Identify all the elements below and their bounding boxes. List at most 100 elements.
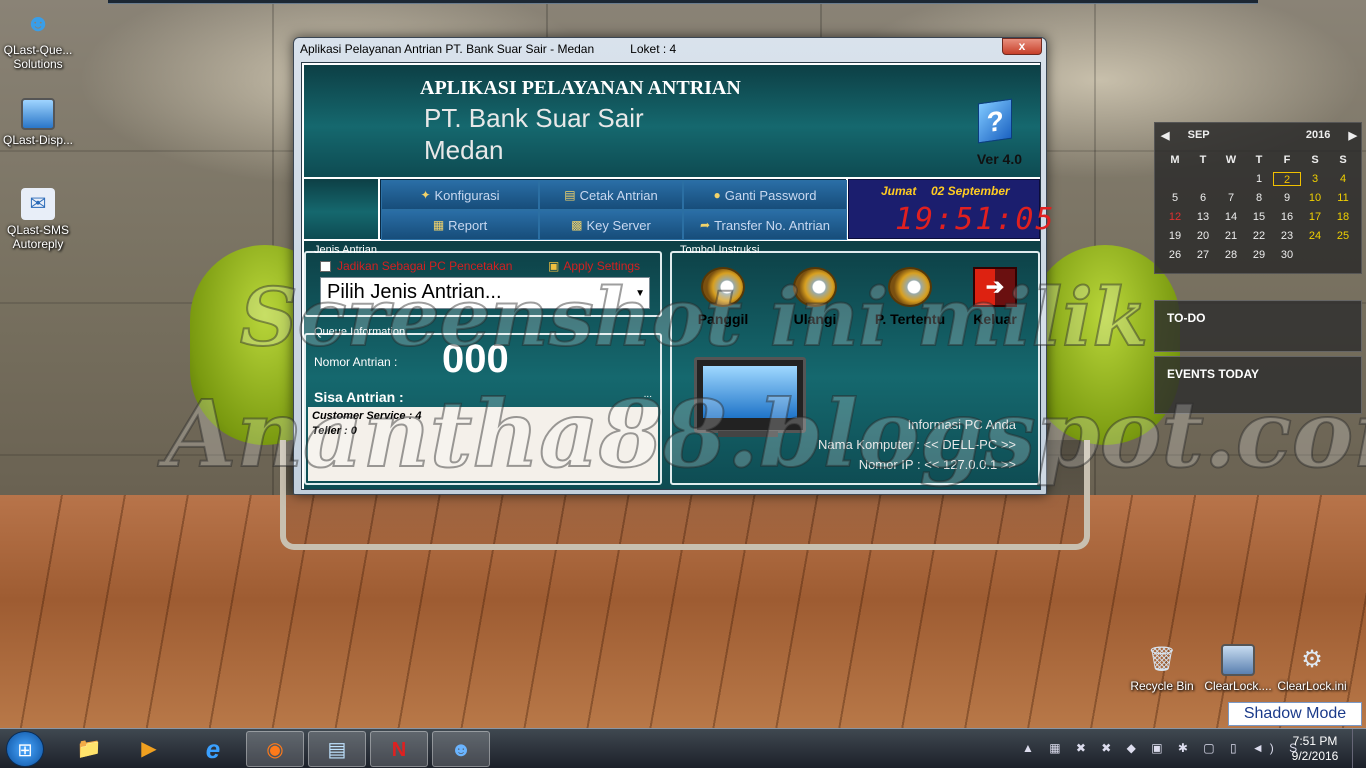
desktop-icon-qlast-queue[interactable]: ☻ QLast-Que... Solutions: [0, 8, 76, 71]
calendar-day[interactable]: 20: [1189, 229, 1217, 243]
events-today-gadget[interactable]: EVENTS TODAY: [1154, 356, 1362, 414]
menu-bar: ✦ Konfigurasi ▤ Cetak Antrian ● Ganti Pa…: [304, 179, 1054, 240]
calendar-day[interactable]: 28: [1217, 248, 1245, 262]
todo-gadget[interactable]: TO-DO: [1154, 300, 1362, 352]
qlast-people-icon[interactable]: ☻: [432, 731, 490, 767]
calendar-day[interactable]: 13: [1189, 210, 1217, 224]
pc-pencetakan-checkbox[interactable]: Jadikan Sebagai PC Pencetakan: [320, 259, 512, 273]
calendar-day[interactable]: 5: [1161, 191, 1189, 205]
calendar-day[interactable]: 16: [1273, 210, 1301, 224]
menu-ganti-password[interactable]: ● Ganti Password: [683, 180, 847, 210]
calendar-day[interactable]: 4: [1329, 172, 1357, 186]
apply-settings-link[interactable]: ▣ Apply Settings: [548, 259, 640, 273]
calendar-day[interactable]: 14: [1217, 210, 1245, 224]
calendar-day[interactable]: 9: [1273, 191, 1301, 205]
desktop-icon-recycle-bin[interactable]: 🗑 Recycle Bin: [1124, 644, 1200, 693]
keluar-button[interactable]: ➔ Keluar: [960, 267, 1030, 327]
show-desktop-button[interactable]: [1352, 729, 1366, 768]
calendar-day[interactable]: 25: [1329, 229, 1357, 243]
calendar-weekday: S: [1311, 154, 1319, 166]
system-tray-icons[interactable]: ▲ ▦ ✖ ✖ ◆ ▣ ✱ ▢ ▯ ◄) S: [1022, 741, 1303, 755]
calendar-day[interactable]: 29: [1245, 248, 1273, 262]
app-title: APLIKASI PELAYANAN ANTRIAN: [420, 77, 741, 99]
calendar-day[interactable]: 3: [1301, 172, 1329, 186]
menu-transfer-antrian[interactable]: ➦ Transfer No. Antrian: [683, 210, 847, 240]
shadow-mode-badge[interactable]: Shadow Mode: [1228, 702, 1362, 726]
pc-info-title: Informasi PC Anda: [907, 417, 1016, 432]
document-icon[interactable]: ▤: [308, 731, 366, 767]
calendar-weekday: S: [1339, 154, 1347, 166]
recycle-bin-icon: 🗑: [1146, 646, 1178, 673]
monitor-icon: [21, 98, 55, 130]
calendar-day[interactable]: 10: [1301, 191, 1329, 205]
taskbar: ⊞ 📁 ▶ e ◉ ▤ N ☻ ▲ ▦ ✖ ✖ ◆ ▣ ✱ ▢ ▯ ◄) S 7…: [0, 728, 1366, 768]
calendar-day[interactable]: 2: [1273, 172, 1301, 186]
red-app-icon[interactable]: N: [370, 731, 428, 767]
calendar-header: ◀ SEP 2016 ▶: [1161, 129, 1357, 142]
desktop-icon-qlast-display[interactable]: QLast-Disp...: [0, 98, 76, 147]
calendar-day[interactable]: 21: [1217, 229, 1245, 243]
calendar-weekday: W: [1225, 154, 1237, 166]
close-button[interactable]: x: [1002, 38, 1042, 55]
settings-icon: ▣: [548, 259, 560, 273]
prev-month-icon[interactable]: ◀: [1161, 129, 1169, 142]
queue-info-group: Queue Information Nomor Antrian : 000 Si…: [304, 326, 662, 485]
select-value: Pilih Jenis Antrian...: [327, 281, 502, 303]
calendar-day[interactable]: 7: [1217, 191, 1245, 205]
next-month-icon[interactable]: ▶: [1349, 129, 1357, 142]
display-tv-icon[interactable]: [694, 357, 806, 433]
internet-explorer-icon[interactable]: e: [184, 731, 242, 767]
calendar-day[interactable]: 15: [1245, 210, 1273, 224]
calendar-weekday: T: [1199, 154, 1207, 166]
desktop-icon-qlast-sms[interactable]: ✉ QLast-SMS Autoreply: [0, 188, 76, 251]
start-button[interactable]: ⊞: [6, 731, 44, 767]
calendar-day[interactable]: 22: [1245, 229, 1273, 243]
taskbar-clock[interactable]: 7:51 PM 9/2/2016: [1288, 734, 1342, 764]
menu-cetak-antrian[interactable]: ▤ Cetak Antrian: [539, 180, 683, 210]
sisa-antrian-list: Customer Service : 4 Teller : 0: [308, 407, 658, 481]
calendar-day[interactable]: 17: [1301, 210, 1329, 224]
window-titlebar[interactable]: Aplikasi Pelayanan Antrian PT. Bank Suar…: [300, 42, 676, 60]
apply-label: Apply Settings: [563, 259, 641, 273]
panggil-button[interactable]: Panggil: [688, 267, 758, 327]
calendar-gadget: ◀ SEP 2016 ▶ M T W T F S S 1 2 3 4 5 6 7 8 9 10 11 12 13 14 1…: [1154, 122, 1362, 274]
menu-key-server[interactable]: ▩ Key Server: [539, 210, 683, 240]
calendar-day[interactable]: 1: [1245, 172, 1273, 186]
group-label: Tombol Instruksi: [680, 244, 760, 256]
desktop-icon-label: QLast-SMS Autoreply: [6, 223, 69, 251]
envelope-icon: ✉: [21, 188, 55, 220]
desktop-icon-clearlock-ini[interactable]: ⚙ ClearLock.ini: [1274, 644, 1350, 693]
chevron-down-icon[interactable]: ▼: [635, 288, 645, 299]
menu-konfigurasi[interactable]: ✦ Konfigurasi: [381, 180, 539, 210]
sisa-antrian-more[interactable]: ...: [644, 389, 652, 400]
media-player-icon[interactable]: ▶: [120, 731, 178, 767]
desktop-icon-clearlock[interactable]: ClearLock....: [1200, 644, 1276, 693]
panggil-tertentu-button[interactable]: P. Tertentu: [868, 267, 952, 327]
calendar-day[interactable]: 23: [1273, 229, 1301, 243]
ulangi-button[interactable]: Ulangi: [780, 267, 850, 327]
calendar-day[interactable]: 11: [1329, 191, 1357, 205]
calendar-day[interactable]: 30: [1273, 248, 1301, 262]
calendar-day[interactable]: 19: [1161, 229, 1189, 243]
keypad-icon: ▩: [571, 218, 583, 232]
jenis-antrian-select[interactable]: Pilih Jenis Antrian... ▼: [320, 277, 650, 309]
calendar-day[interactable]: 24: [1301, 229, 1329, 243]
checkbox-box[interactable]: [320, 260, 331, 272]
calendar-day[interactable]: 8: [1245, 191, 1273, 205]
printer-icon: ▤: [564, 188, 576, 202]
calendar-day[interactable]: 12: [1161, 210, 1189, 224]
help-icon[interactable]: ?: [978, 98, 1012, 144]
top-strip: [108, 0, 1258, 4]
firefox-icon[interactable]: ◉: [246, 731, 304, 767]
calendar-day: [1329, 248, 1357, 262]
desktop-icon-label: ClearLock....: [1204, 679, 1272, 693]
calendar-day[interactable]: 18: [1329, 210, 1357, 224]
calendar-day[interactable]: 27: [1189, 248, 1217, 262]
menu-label: Transfer No. Antrian: [714, 217, 830, 233]
explorer-icon[interactable]: 📁: [60, 731, 118, 767]
desktop-icon-label: Recycle Bin: [1130, 679, 1194, 693]
calendar-day[interactable]: 6: [1189, 191, 1217, 205]
people-icon: ☻: [25, 10, 51, 37]
menu-report[interactable]: ▦ Report: [381, 210, 539, 240]
calendar-day[interactable]: 26: [1161, 248, 1189, 262]
